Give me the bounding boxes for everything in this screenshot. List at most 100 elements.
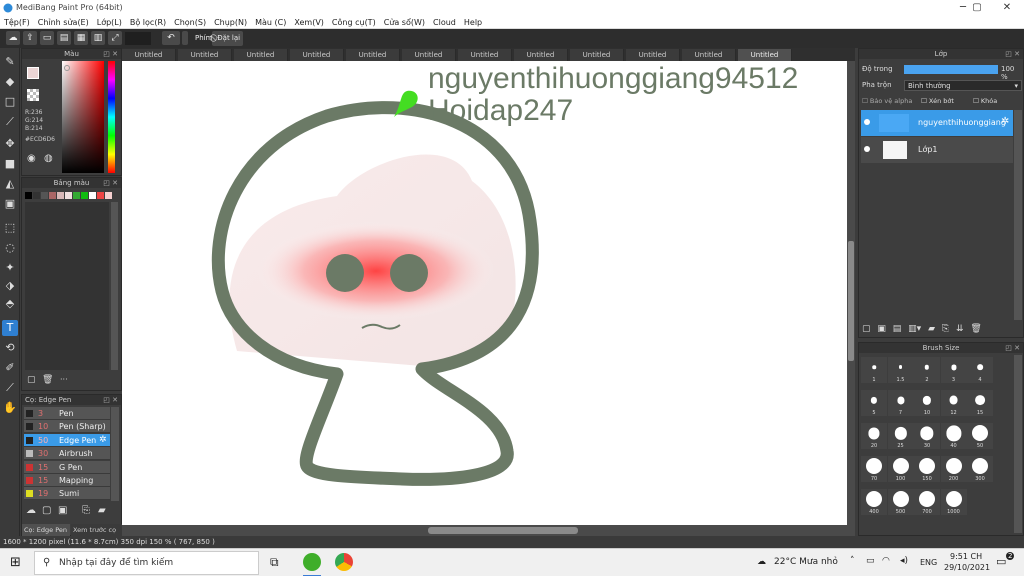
tab-untitled[interactable]: Untitled xyxy=(234,49,288,61)
horizontal-scrollbar[interactable] xyxy=(122,525,855,536)
maximize-button[interactable]: ▢ xyxy=(962,0,992,16)
layer-row-0[interactable]: nguyenthihuonggiang ✲ xyxy=(861,110,1013,136)
layer-scrollbar[interactable] xyxy=(1014,110,1022,320)
visibility-icon[interactable] xyxy=(864,146,870,152)
new-layer-color-icon[interactable]: ▣ xyxy=(877,324,886,334)
cloud-icon[interactable]: ☁ xyxy=(6,31,20,45)
brush-size-cell[interactable]: 12 xyxy=(940,390,967,416)
palette-swatch[interactable] xyxy=(65,192,72,199)
rectangle-tool-icon[interactable]: □ xyxy=(2,94,18,110)
dropper-tool-icon[interactable]: ✐ xyxy=(2,360,18,376)
tab-untitled[interactable]: Untitled xyxy=(290,49,344,61)
new-layer-halftone-icon[interactable]: ▤ xyxy=(893,324,902,334)
toolbar-field[interactable] xyxy=(125,32,151,45)
brush-item[interactable]: 15Mapping Pen xyxy=(24,474,110,498)
vertical-scroll-thumb[interactable] xyxy=(848,241,854,361)
layer-row-1[interactable]: Lớp1 xyxy=(861,137,1013,163)
reset-button[interactable]: ⃠ Đặt lại xyxy=(212,31,244,46)
palette-swatch[interactable] xyxy=(73,192,80,199)
opacity-slider[interactable] xyxy=(904,65,998,74)
brush-size-cell[interactable]: 7 xyxy=(887,390,914,416)
more-icon[interactable]: ··· xyxy=(60,375,68,384)
menu-select[interactable]: Chọn(S) xyxy=(170,16,210,29)
operation-tool-icon[interactable]: ⟲ xyxy=(2,340,18,356)
panel-icon[interactable]: ▥ xyxy=(91,31,105,45)
brush-size-cell[interactable]: 500 xyxy=(887,489,914,515)
new-layer-icon[interactable]: ▢ xyxy=(862,324,871,334)
menu-help[interactable]: Help xyxy=(460,16,486,29)
brush-size-cell[interactable]: 1000 xyxy=(940,489,967,515)
network-icon[interactable]: ▭ xyxy=(866,556,875,566)
brush-size-cell[interactable]: 15 xyxy=(967,390,993,416)
brush-item[interactable]: 10 Pen (Sharp) xyxy=(24,420,110,434)
tab-brush-preview[interactable]: Xem trước cọ xyxy=(71,524,123,536)
tab-untitled[interactable]: Untitled xyxy=(514,49,568,61)
expand-icon[interactable]: ⤢ xyxy=(108,31,122,45)
color-mix-icon[interactable]: ◍ xyxy=(44,153,53,164)
panel-controls-icon[interactable]: ◰ ✕ xyxy=(103,395,118,405)
toolbar-handle-icon[interactable] xyxy=(182,31,188,45)
menu-tools[interactable]: Công cụ(T) xyxy=(328,16,380,29)
panel-controls-icon[interactable]: ◰ ✕ xyxy=(103,49,118,59)
menu-snap[interactable]: Chụp(N) xyxy=(210,16,251,29)
tab-untitled[interactable]: Untitled xyxy=(402,49,456,61)
hand-tool-icon[interactable]: ✋ xyxy=(2,400,18,416)
menu-filter[interactable]: Bộ lọc(R) xyxy=(126,16,170,29)
brush-item[interactable]: 30 Airbrush xyxy=(24,447,110,461)
gradient-tool-icon[interactable]: ▣ xyxy=(2,196,18,212)
menu-file[interactable]: Tệp(F) xyxy=(0,16,34,29)
wifi-icon[interactable]: ◠ xyxy=(882,556,890,566)
brush-size-scrollbar[interactable] xyxy=(1014,355,1022,533)
menu-edit[interactable]: Chỉnh sửa(E) xyxy=(34,16,93,29)
palette-swatch[interactable] xyxy=(81,192,88,199)
primary-color-swatch[interactable] xyxy=(27,67,39,79)
move-tool-icon[interactable]: ✥ xyxy=(2,136,18,152)
chat-icon[interactable]: ▭ xyxy=(40,31,54,45)
palette-swatch[interactable] xyxy=(25,192,32,199)
canvas[interactable]: nguyenthihuonggiang94512 Hoidap247 xyxy=(122,61,847,525)
panel-controls-icon[interactable]: ◰ ✕ xyxy=(1005,49,1020,59)
brush-folder-icon[interactable]: ▰ xyxy=(98,505,106,516)
close-button[interactable]: ✕ xyxy=(992,0,1022,16)
tab-brush[interactable]: Cọ: Edge Pen xyxy=(22,524,70,536)
magic-wand-tool-icon[interactable]: ✦ xyxy=(2,260,18,276)
lasso-tool-icon[interactable]: ◌ xyxy=(2,240,18,256)
saturation-value-picker[interactable] xyxy=(62,61,104,173)
brush-size-cell[interactable]: 20 xyxy=(861,423,887,449)
panel-controls-icon[interactable]: ◰ ✕ xyxy=(103,178,118,188)
brush-size-cell[interactable]: 2 xyxy=(914,357,940,383)
menu-window[interactable]: Cửa sổ(W) xyxy=(380,16,429,29)
protect-alpha-checkbox[interactable]: ☐ Bảo vệ alpha xyxy=(862,97,912,105)
clock-time[interactable]: 9:51 CH xyxy=(950,552,982,561)
brush-item[interactable]: 3 Pen xyxy=(24,407,110,420)
brush-add-icon[interactable]: ▣ xyxy=(58,505,67,516)
layers-icon[interactable]: ▤ xyxy=(57,31,71,45)
grid-icon[interactable]: ▦ xyxy=(74,31,88,45)
palette-swatch[interactable] xyxy=(49,192,56,199)
bucket-tool-icon[interactable]: ◭ xyxy=(2,176,18,192)
brush-list-scrollbar[interactable] xyxy=(111,407,119,501)
tab-untitled[interactable]: Untitled xyxy=(682,49,736,61)
weather-text[interactable]: 22°C Mưa nhỏ xyxy=(774,557,838,567)
tab-untitled[interactable]: Untitled xyxy=(122,49,176,61)
eraser-tool-icon[interactable]: ◆ xyxy=(2,74,18,90)
line-tool-icon[interactable]: ⟋ xyxy=(2,114,18,130)
menu-cloud[interactable]: Cloud xyxy=(429,16,460,29)
brush-item[interactable]: 19 Sumi xyxy=(24,487,110,501)
brush-size-cell[interactable]: 5 xyxy=(861,390,887,416)
vertical-scrollbar[interactable] xyxy=(847,61,855,525)
palette-swatch[interactable] xyxy=(97,192,104,199)
brush-size-cell[interactable]: 70 xyxy=(861,456,887,482)
fill-rect-tool-icon[interactable]: ■ xyxy=(2,156,18,172)
undo-icon[interactable]: ↶ xyxy=(162,31,180,45)
select-tool-icon[interactable]: ⬚ xyxy=(2,220,18,236)
panel-controls-icon[interactable]: ◰ ✕ xyxy=(1005,343,1020,353)
language-indicator[interactable]: ENG xyxy=(920,558,937,567)
brush-item[interactable]: 50 Edge Pen ✲ xyxy=(24,433,110,447)
brush-size-cell[interactable]: 100 xyxy=(887,456,914,482)
task-view-icon[interactable]: ⧉ xyxy=(270,555,279,570)
brush-size-cell[interactable]: 400 xyxy=(861,489,887,515)
palette-swatch[interactable] xyxy=(57,192,64,199)
app-taskbar-icon[interactable] xyxy=(303,553,321,571)
lock-checkbox[interactable]: ☐ Khóa xyxy=(973,97,997,105)
